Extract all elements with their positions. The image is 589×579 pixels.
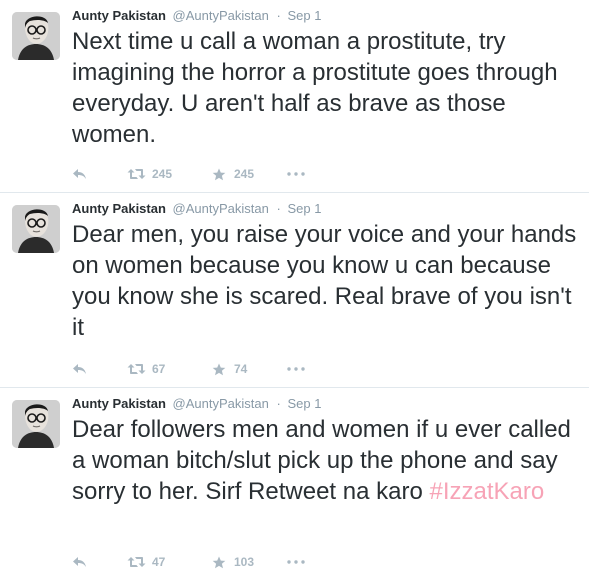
star-icon <box>212 363 226 375</box>
tweet-timestamp[interactable]: Sep 1 <box>287 396 321 411</box>
more-dots-icon <box>287 172 305 176</box>
tweet-text: Next time u call a woman a prostitute, t… <box>72 26 581 150</box>
retweet-button[interactable]: 67 <box>127 362 212 376</box>
tweet[interactable]: Aunty Pakistan @AuntyPakistan · Sep 1 De… <box>0 388 589 579</box>
separator-dot: · <box>276 201 281 216</box>
retweet-count: 245 <box>152 167 173 181</box>
more-dots-icon <box>287 560 305 564</box>
retweet-button[interactable]: 245 <box>127 167 212 181</box>
retweet-icon <box>127 364 146 374</box>
tweet-text: Dear followers men and women if u ever c… <box>72 414 581 507</box>
author-fullname[interactable]: Aunty Pakistan <box>72 396 166 411</box>
favorite-count: 103 <box>234 555 255 569</box>
author-username[interactable]: @AuntyPakistan <box>173 8 269 23</box>
retweet-icon <box>127 557 146 567</box>
retweet-icon <box>127 169 146 179</box>
tweet[interactable]: Aunty Pakistan @AuntyPakistan · Sep 1 Ne… <box>0 0 589 193</box>
author-fullname[interactable]: Aunty Pakistan <box>72 8 166 23</box>
separator-dot: · <box>276 8 281 23</box>
tweet[interactable]: Aunty Pakistan @AuntyPakistan · Sep 1 De… <box>0 193 589 388</box>
more-button[interactable] <box>287 367 311 371</box>
favorite-button[interactable]: 103 <box>212 555 287 569</box>
retweet-count: 67 <box>152 362 166 376</box>
separator-dot: · <box>276 396 281 411</box>
favorite-count: 245 <box>234 167 255 181</box>
avatar-portrait-icon <box>12 400 60 448</box>
author-username[interactable]: @AuntyPakistan <box>173 201 269 216</box>
reply-button[interactable] <box>72 556 127 568</box>
tweet-header: Aunty Pakistan @AuntyPakistan · Sep 1 <box>72 201 581 217</box>
timeline: Aunty Pakistan @AuntyPakistan · Sep 1 Ne… <box>0 0 589 579</box>
tweet-actions: 47 103 <box>72 552 311 572</box>
tweet-body: Dear men, you raise your voice and your … <box>72 221 577 341</box>
author-fullname[interactable]: Aunty Pakistan <box>72 201 166 216</box>
reply-button[interactable] <box>72 363 127 375</box>
tweet-text: Dear men, you raise your voice and your … <box>72 219 581 343</box>
favorite-button[interactable]: 245 <box>212 167 287 181</box>
star-icon <box>212 556 226 568</box>
tweet-timestamp[interactable]: Sep 1 <box>287 201 321 216</box>
tweet-body: Next time u call a woman a prostitute, t… <box>72 28 558 148</box>
retweet-button[interactable]: 47 <box>127 555 212 569</box>
tweet-actions: 67 74 <box>72 359 311 379</box>
author-username[interactable]: @AuntyPakistan <box>173 396 269 411</box>
hashtag-link[interactable]: #IzzatKaro <box>429 478 544 505</box>
avatar-portrait-icon <box>12 205 60 253</box>
star-icon <box>212 168 226 180</box>
tweet-timestamp[interactable]: Sep 1 <box>287 8 321 23</box>
reply-icon <box>73 557 86 567</box>
avatar[interactable] <box>12 400 60 448</box>
more-dots-icon <box>287 367 305 371</box>
avatar-portrait-icon <box>12 12 60 60</box>
avatar[interactable] <box>12 205 60 253</box>
retweet-count: 47 <box>152 555 166 569</box>
reply-button[interactable] <box>72 168 127 180</box>
tweet-actions: 245 245 <box>72 164 311 184</box>
favorite-button[interactable]: 74 <box>212 362 287 376</box>
more-button[interactable] <box>287 172 311 176</box>
favorite-count: 74 <box>234 362 248 376</box>
tweet-header: Aunty Pakistan @AuntyPakistan · Sep 1 <box>72 8 581 24</box>
reply-icon <box>73 364 86 374</box>
reply-icon <box>73 169 86 179</box>
avatar[interactable] <box>12 12 60 60</box>
tweet-header: Aunty Pakistan @AuntyPakistan · Sep 1 <box>72 396 581 412</box>
more-button[interactable] <box>287 560 311 564</box>
